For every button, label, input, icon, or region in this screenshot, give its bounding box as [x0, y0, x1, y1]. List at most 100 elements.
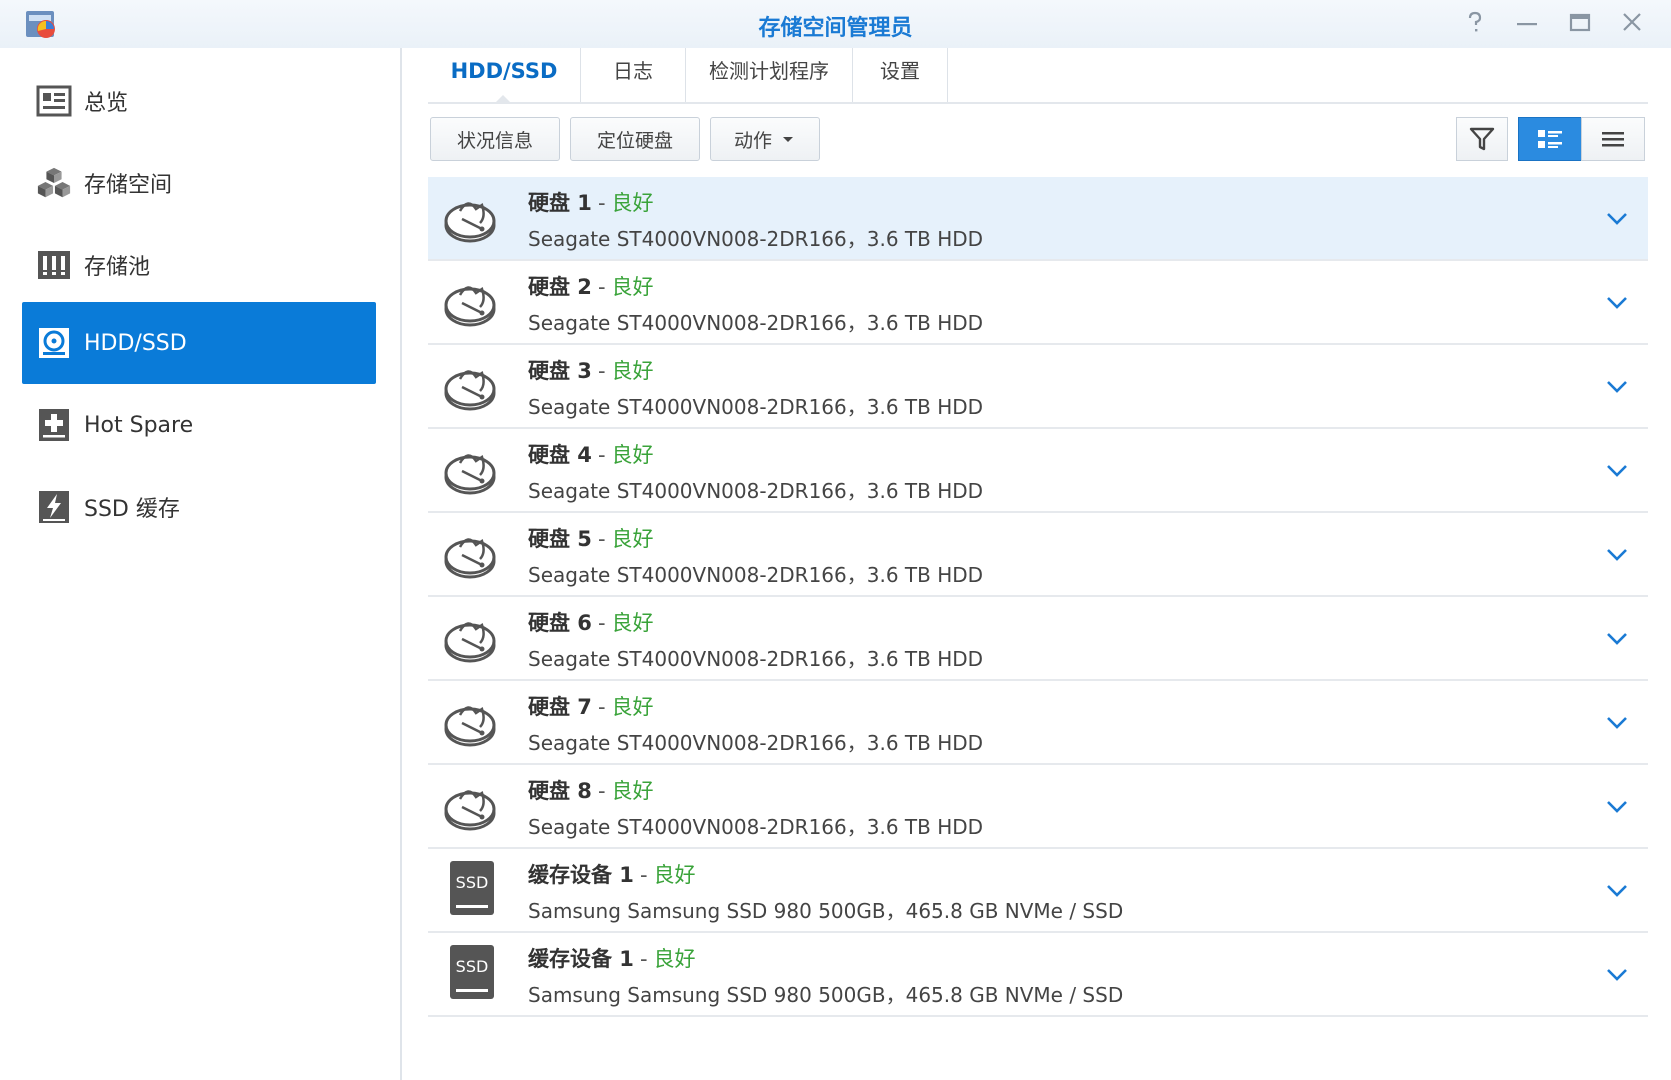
- chevron-down-icon[interactable]: [1604, 877, 1630, 903]
- tab-test-scheduler[interactable]: 检测计划程序: [686, 48, 853, 102]
- list-item[interactable]: 硬盘 3- 良好 Seagate ST4000VN008-2DR166，3.6 TB…: [428, 345, 1648, 429]
- chevron-down-icon[interactable]: [1604, 541, 1630, 567]
- hard-disk-icon: [444, 286, 496, 327]
- sidebar-item-pool[interactable]: 存储池: [22, 224, 376, 306]
- cubes-icon: [36, 165, 72, 201]
- sidebar-item-label: 存储池: [84, 255, 151, 280]
- tab-indicator: [494, 95, 512, 104]
- device-name: 硬盘 1: [528, 191, 592, 215]
- status-badge: 良好: [611, 191, 654, 215]
- pool-icon: [36, 247, 72, 283]
- ssd-icon-label: SSD: [455, 873, 489, 892]
- sidebar-item-label: Hot Spare: [84, 412, 194, 438]
- chevron-down-icon[interactable]: [1604, 961, 1630, 987]
- device-title: 硬盘 4- 良好: [528, 439, 654, 469]
- status-badge: 良好: [611, 443, 654, 467]
- chevron-down-icon[interactable]: [1604, 205, 1630, 231]
- device-detail: Seagate ST4000VN008-2DR166，3.6 TB HDD: [528, 227, 984, 251]
- device-title: 硬盘 6- 良好: [528, 607, 654, 637]
- status-badge: 良好: [611, 359, 654, 383]
- device-title: 缓存设备 1- 良好: [528, 943, 696, 973]
- status-info-button[interactable]: 状况信息: [430, 117, 560, 161]
- sidebar-item-label: 总览: [84, 91, 129, 116]
- device-detail: Seagate ST4000VN008-2DR166，3.6 TB HDD: [528, 731, 984, 755]
- device-title: 硬盘 2- 良好: [528, 271, 654, 301]
- sidebar-item-label: SSD 缓存: [84, 497, 180, 522]
- status-badge: 良好: [611, 611, 654, 635]
- minimize-icon[interactable]: [1512, 10, 1542, 38]
- device-name: 缓存设备 1: [528, 947, 634, 971]
- list-item[interactable]: SSD 缓存设备 1- 良好 Samsung Samsung SSD 980 500G…: [428, 849, 1648, 933]
- title-bar: 存储空间管理员: [0, 0, 1671, 48]
- list-item[interactable]: 硬盘 4- 良好 Seagate ST4000VN008-2DR166，3.6 TB…: [428, 429, 1648, 513]
- chevron-down-icon[interactable]: [1604, 793, 1630, 819]
- list-view-icon[interactable]: [1581, 117, 1645, 161]
- hard-disk-icon: [444, 538, 496, 579]
- separator: -: [639, 947, 648, 971]
- action-button[interactable]: 动作: [710, 117, 820, 161]
- maximize-icon[interactable]: [1565, 10, 1595, 38]
- device-detail: Samsung Samsung SSD 980 500GB，465.8 GB N…: [528, 899, 1124, 923]
- ssd-icon: SSD: [450, 861, 494, 915]
- chevron-down-icon[interactable]: [1604, 709, 1630, 735]
- ssd-icon-bar: [456, 989, 488, 992]
- chevron-down-icon[interactable]: [1604, 289, 1630, 315]
- tab-settings[interactable]: 设置: [853, 48, 948, 102]
- list-item[interactable]: 硬盘 8- 良好 Seagate ST4000VN008-2DR166，3.6 TB…: [428, 765, 1648, 849]
- device-title: 缓存设备 1- 良好: [528, 859, 696, 889]
- tab-hdd-ssd[interactable]: HDD/SSD: [428, 48, 581, 104]
- separator: -: [597, 611, 606, 635]
- separator: -: [597, 443, 606, 467]
- tab-log[interactable]: 日志: [581, 48, 686, 102]
- chevron-down-icon[interactable]: [1604, 625, 1630, 651]
- device-detail: Seagate ST4000VN008-2DR166，3.6 TB HDD: [528, 563, 984, 587]
- sidebar-item-overview[interactable]: 总览: [22, 60, 376, 142]
- device-name: 硬盘 7: [528, 695, 592, 719]
- tab-bar: HDD/SSD 日志 检测计划程序 设置: [428, 48, 1648, 104]
- status-badge: 良好: [611, 779, 654, 803]
- locate-disk-button[interactable]: 定位硬盘: [570, 117, 700, 161]
- device-detail: Seagate ST4000VN008-2DR166，3.6 TB HDD: [528, 479, 984, 503]
- tab-label: 日志: [613, 59, 653, 83]
- list-item[interactable]: 硬盘 7- 良好 Seagate ST4000VN008-2DR166，3.6 TB…: [428, 681, 1648, 765]
- device-name: 硬盘 8: [528, 779, 592, 803]
- sidebar-item-hot-spare[interactable]: Hot Spare: [22, 384, 376, 466]
- flash-icon: [36, 489, 72, 525]
- tab-label: HDD/SSD: [450, 59, 558, 83]
- device-title: 硬盘 3- 良好: [528, 355, 654, 385]
- sidebar-item-label: HDD/SSD: [84, 330, 187, 356]
- list-item[interactable]: 硬盘 1- 良好 Seagate ST4000VN008-2DR166，3.6 TB…: [428, 177, 1648, 261]
- hard-disk-icon: [444, 202, 496, 243]
- list-item[interactable]: SSD 缓存设备 1- 良好 Samsung Samsung SSD 980 500G…: [428, 933, 1648, 1017]
- device-name: 缓存设备 1: [528, 863, 634, 887]
- list-item[interactable]: 硬盘 6- 良好 Seagate ST4000VN008-2DR166，3.6 TB…: [428, 597, 1648, 681]
- status-badge: 良好: [653, 947, 696, 971]
- detail-view-icon[interactable]: [1518, 117, 1582, 161]
- separator: -: [639, 863, 648, 887]
- sidebar-item-volume[interactable]: 存储空间: [22, 142, 376, 224]
- device-name: 硬盘 2: [528, 275, 592, 299]
- list-item[interactable]: 硬盘 2- 良好 Seagate ST4000VN008-2DR166，3.6 TB…: [428, 261, 1648, 345]
- separator: -: [597, 191, 606, 215]
- device-title: 硬盘 5- 良好: [528, 523, 654, 553]
- separator: -: [597, 695, 606, 719]
- hard-disk-icon: [444, 454, 496, 495]
- overview-icon: [36, 83, 72, 119]
- device-detail: Seagate ST4000VN008-2DR166，3.6 TB HDD: [528, 647, 984, 671]
- hard-disk-icon: [444, 790, 496, 831]
- device-name: 硬盘 4: [528, 443, 592, 467]
- sidebar-item-hdd-ssd[interactable]: HDD/SSD: [22, 302, 376, 384]
- help-icon[interactable]: [1460, 10, 1490, 38]
- close-icon[interactable]: [1617, 10, 1647, 38]
- device-detail: Seagate ST4000VN008-2DR166，3.6 TB HDD: [528, 815, 984, 839]
- hard-disk-icon: [444, 370, 496, 411]
- hard-disk-icon: [444, 622, 496, 663]
- chevron-down-icon[interactable]: [1604, 373, 1630, 399]
- chevron-down-icon[interactable]: [1604, 457, 1630, 483]
- sidebar: 总览 存储空间 存储池 HDD/SSD Hot Spare SSD 缓存: [0, 48, 402, 1080]
- window-title: 存储空间管理员: [758, 16, 913, 41]
- filter-icon[interactable]: [1456, 117, 1508, 161]
- device-name: 硬盘 3: [528, 359, 592, 383]
- sidebar-item-ssd-cache[interactable]: SSD 缓存: [22, 466, 376, 548]
- list-item[interactable]: 硬盘 5- 良好 Seagate ST4000VN008-2DR166，3.6 TB…: [428, 513, 1648, 597]
